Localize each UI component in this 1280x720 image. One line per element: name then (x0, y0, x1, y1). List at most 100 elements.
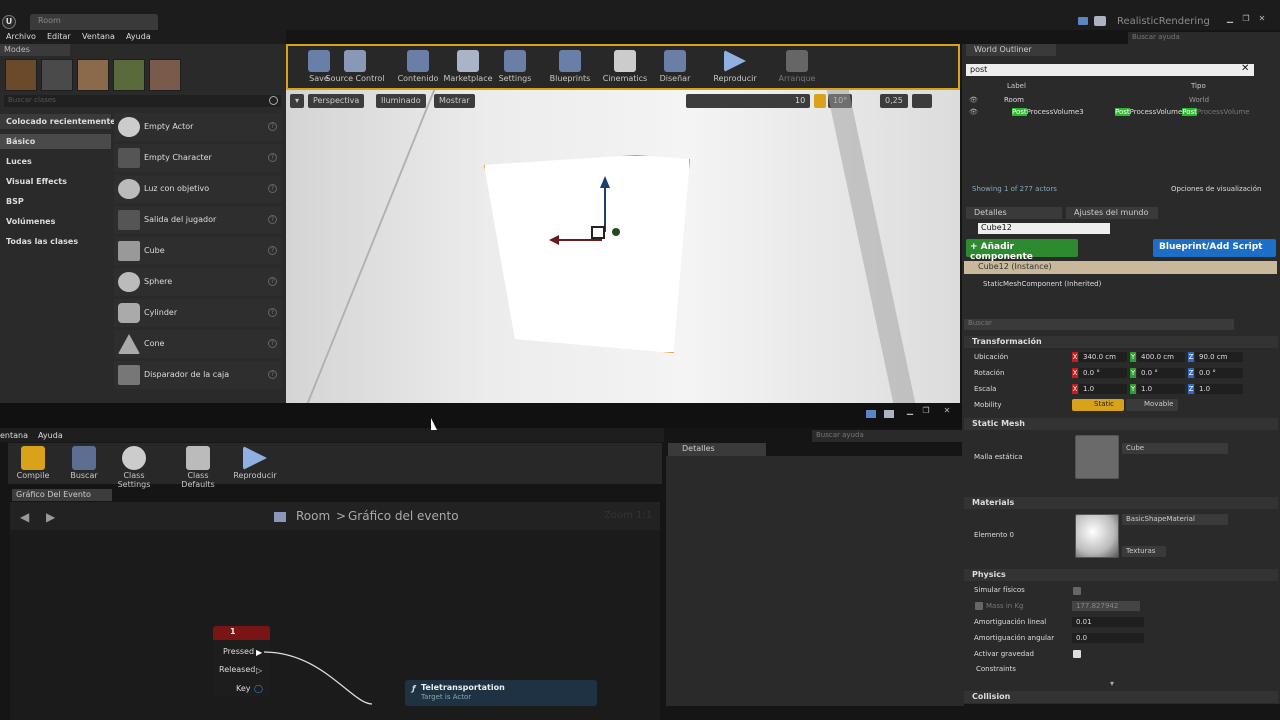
blueprint-add-script-button[interactable]: Blueprint/Add Script (1153, 239, 1276, 257)
bp-menu-help[interactable]: Ayuda (38, 431, 63, 440)
forward-arrow-icon[interactable]: ▶ (46, 510, 55, 524)
rotation-y-field[interactable]: 0.0 ° (1137, 368, 1185, 378)
class-item-cone[interactable]: Cone? (114, 330, 282, 358)
rotation-z-field[interactable]: 0.0 ° (1195, 368, 1243, 378)
place-mode-icon[interactable] (5, 59, 37, 91)
angular-damping-field[interactable]: 0.0 (1072, 633, 1144, 643)
instance-row[interactable]: Cube12 (Instance) (964, 261, 1277, 274)
info-icon[interactable]: ? (268, 277, 277, 286)
bp-maximize-button[interactable]: ❐ (920, 406, 932, 416)
back-arrow-icon[interactable]: ◀ (20, 510, 29, 524)
outliner-search-input[interactable]: post (966, 64, 1254, 76)
scale-snap-value[interactable]: 0,25 (880, 94, 908, 108)
camera-speed-button[interactable] (912, 94, 932, 108)
category-recent[interactable]: Colocado recientemente (6, 117, 116, 126)
lighting-mode-button[interactable]: Iluminado (376, 94, 426, 108)
mobility-movable-button[interactable]: Movable (1126, 399, 1178, 411)
gizmo-y-handle[interactable] (612, 228, 620, 236)
close-button[interactable]: ✕ (1256, 14, 1268, 24)
gizmo-z-axis[interactable] (604, 184, 606, 232)
show-button[interactable]: Mostrar (434, 94, 475, 108)
class-settings-button[interactable]: Class Settings (108, 443, 160, 489)
breadcrumb-leaf[interactable]: Gráfico del evento (348, 509, 459, 523)
source-control-icon[interactable] (884, 410, 894, 418)
bp-close-button[interactable]: ✕ (941, 406, 953, 416)
notification-icon[interactable] (1078, 17, 1088, 25)
info-icon[interactable]: ? (268, 246, 277, 255)
class-item-cube[interactable]: Cube? (114, 237, 282, 265)
settings-button[interactable]: Settings (486, 46, 544, 90)
location-x-field[interactable]: 340.0 cm (1079, 352, 1127, 362)
mesh-select-dropdown[interactable]: Cube (1122, 443, 1228, 454)
details-search-input[interactable]: Buscar (964, 319, 1234, 330)
rotation-label[interactable]: Rotación (974, 369, 1004, 377)
world-settings-tab[interactable]: Ajustes del mundo (1066, 207, 1158, 219)
enable-gravity-checkbox[interactable] (1073, 650, 1081, 658)
class-item-target-light[interactable]: Luz con objetivo? (114, 175, 282, 203)
menu-ayuda[interactable]: Ayuda (126, 32, 151, 41)
key-event-node-header[interactable]: 1 (213, 626, 270, 640)
actor-name-input[interactable]: Cube12 (978, 223, 1110, 234)
section-transform[interactable]: Transformación (964, 336, 1278, 348)
info-icon[interactable]: ? (268, 339, 277, 348)
breadcrumb-root[interactable]: Room (296, 509, 330, 523)
class-item-sphere[interactable]: Sphere? (114, 268, 282, 296)
visibility-eye-icon[interactable]: 👁 (969, 96, 978, 104)
source-control-icon[interactable] (1094, 16, 1106, 26)
location-z-field[interactable]: 90.0 cm (1195, 352, 1243, 362)
launch-button[interactable]: Arranque (766, 46, 828, 90)
class-item-box-trigger[interactable]: Disparador de la caja? (114, 361, 282, 389)
material-select-dropdown[interactable]: BasicShapeMaterial (1122, 514, 1228, 525)
notification-icon[interactable] (866, 410, 876, 418)
simulate-physics-checkbox[interactable] (1073, 587, 1081, 595)
scale-label[interactable]: Escala (974, 385, 996, 393)
info-icon[interactable]: ? (268, 370, 277, 379)
menu-archivo[interactable]: Archivo (6, 32, 36, 41)
viewport-options-button[interactable]: ▾ (290, 94, 304, 108)
world-outliner-tab[interactable]: World Outliner (966, 44, 1056, 56)
landscape-mode-icon[interactable] (77, 59, 109, 91)
category-volumes[interactable]: Volúmenes (6, 217, 55, 226)
help-search-input[interactable]: Buscar ayuda (1128, 32, 1280, 44)
class-item-empty-actor[interactable]: Empty Actor? (114, 113, 282, 141)
details-tab[interactable]: Detalles (966, 207, 1062, 219)
info-icon[interactable]: ? (268, 215, 277, 224)
view-options-button[interactable]: Opciones de visualización (1171, 185, 1261, 193)
clear-search-icon[interactable]: ✕ (1241, 63, 1249, 74)
modes-tab[interactable]: Modes (0, 44, 70, 56)
bp-help-search-input[interactable]: Buscar ayuda (812, 430, 962, 442)
transform-tools[interactable] (686, 94, 796, 108)
gizmo-x-axis[interactable] (556, 239, 602, 241)
section-materials[interactable]: Materials (964, 497, 1278, 509)
perspective-button[interactable]: Perspectiva (308, 94, 365, 108)
foliage-mode-icon[interactable] (113, 59, 145, 91)
add-component-button[interactable]: + Añadir componente (966, 239, 1078, 262)
info-icon[interactable]: ? (268, 153, 277, 162)
textures-dropdown[interactable]: Texturas (1122, 546, 1166, 557)
section-static-mesh[interactable]: Static Mesh (964, 418, 1278, 430)
material-thumbnail[interactable] (1075, 514, 1119, 558)
bp-menu-window[interactable]: entana (0, 431, 28, 440)
class-search-input[interactable]: Buscar clases (4, 95, 281, 107)
rotation-x-field[interactable]: 0.0 ° (1079, 368, 1127, 378)
category-all-classes[interactable]: Todas las clases (6, 237, 78, 246)
linear-damping-field[interactable]: 0.01 (1072, 617, 1144, 627)
play-button[interactable]: Reproducir (704, 46, 766, 90)
selected-cube[interactable] (484, 155, 690, 353)
component-row[interactable]: StaticMeshComponent (Inherited) (983, 280, 1101, 288)
minimize-button[interactable]: ▁ (1224, 14, 1236, 24)
category-visual-effects[interactable]: Visual Effects (6, 177, 67, 186)
build-button[interactable]: Diseñar (644, 46, 706, 90)
mobility-static-button[interactable]: Static (1072, 399, 1124, 411)
info-icon[interactable]: ? (268, 308, 277, 317)
scale-z-field[interactable]: 1.0 (1195, 384, 1243, 394)
class-item-empty-character[interactable]: Empty Character? (114, 144, 282, 172)
outliner-row-ppv[interactable]: PostProcessVolume3 (1012, 108, 1084, 116)
tab-event-graph[interactable]: Gráfico Del Evento (12, 489, 112, 501)
unreal-logo-icon[interactable]: U (2, 15, 16, 29)
bp-play-button[interactable]: Reproducir (232, 443, 278, 480)
section-collision[interactable]: Collision (964, 691, 1278, 703)
blueprints-button[interactable]: Blueprints (540, 46, 600, 90)
category-basic[interactable]: Básico (6, 137, 35, 146)
mesh-thumbnail[interactable] (1075, 435, 1119, 479)
